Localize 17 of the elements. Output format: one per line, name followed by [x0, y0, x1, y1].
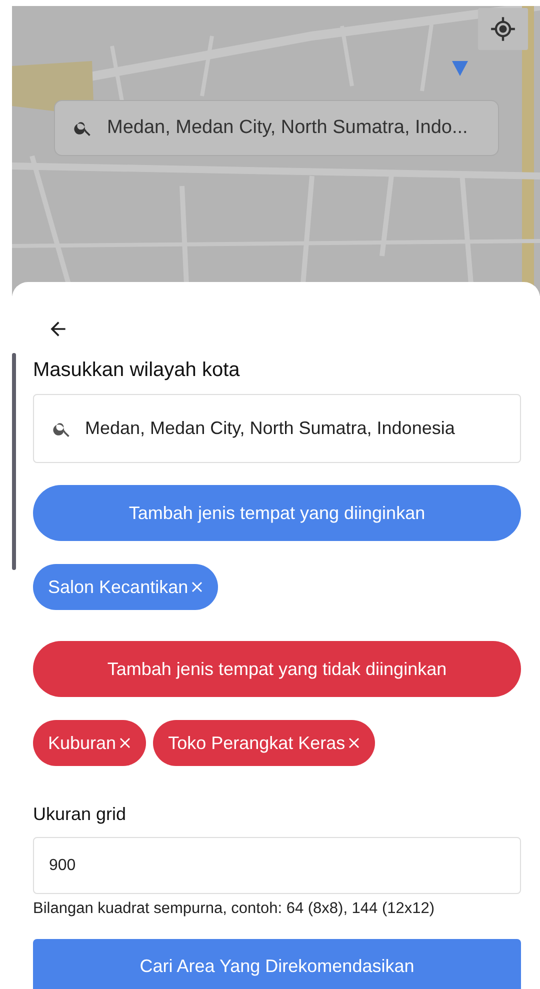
- place-tag: Toko Perangkat Keras: [153, 720, 376, 766]
- close-icon[interactable]: [191, 581, 204, 593]
- place-tag: Salon Kecantikan: [33, 564, 218, 610]
- place-tag: Kuburan: [33, 720, 146, 766]
- field-label: Ukuran grid: [33, 803, 128, 826]
- close-icon[interactable]: [119, 737, 132, 749]
- search-field[interactable]: Medan, Medan City, North Sumatra, Indo...: [54, 100, 499, 156]
- hint-text: Bilangan kuadrat sempurna, contoh: 64 (8x8), 144 (12x12): [33, 899, 436, 919]
- add-place-type-button[interactable]: Tambah jenis tempat yang tidak diinginkan: [33, 641, 521, 697]
- locate-button[interactable]: [478, 8, 528, 50]
- add-place-type-button[interactable]: Tambah jenis tempat yang diinginkan: [33, 485, 521, 541]
- crosshair-icon: [490, 16, 516, 42]
- search-field[interactable]: Medan, Medan City, North Sumatra, Indonesia: [33, 394, 521, 463]
- search-area-button[interactable]: Cari Area Yang Direkomendasikan: [33, 939, 521, 989]
- close-icon[interactable]: [348, 737, 360, 749]
- grid-size-field[interactable]: 900: [33, 837, 521, 894]
- section-title: Masukkan wilayah kota: [33, 358, 241, 383]
